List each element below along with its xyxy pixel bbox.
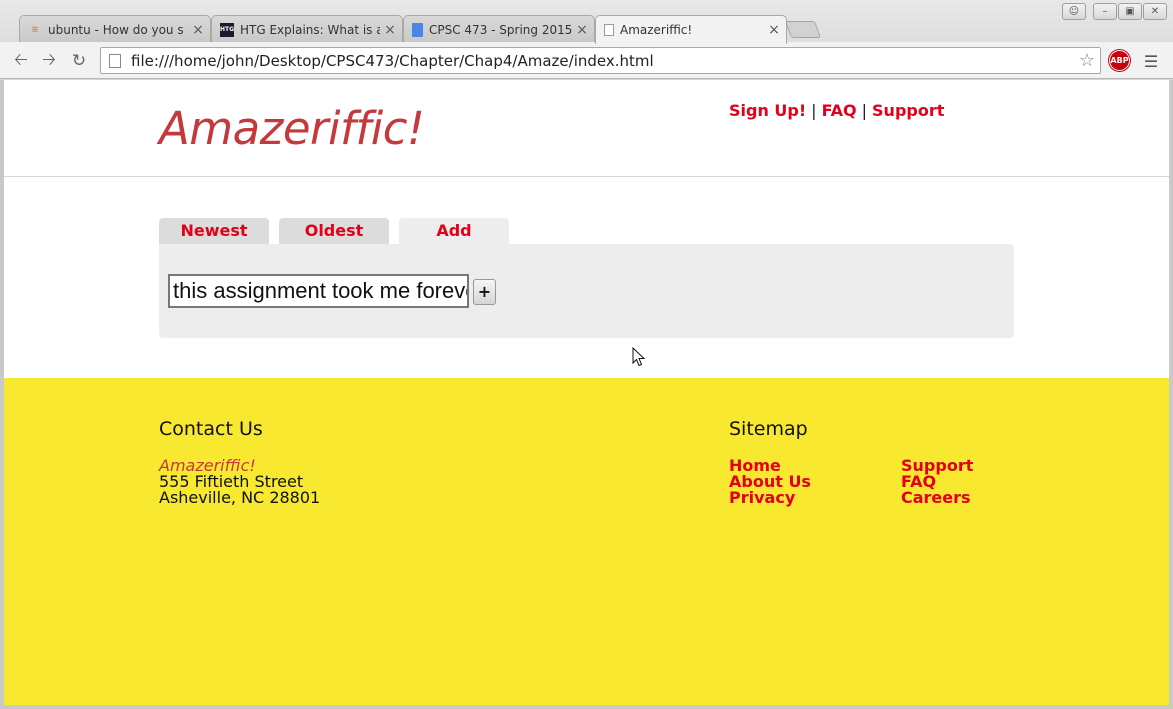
adblock-plus-icon[interactable]: ABP bbox=[1109, 50, 1130, 71]
mouse-cursor-icon bbox=[632, 347, 646, 367]
browser-tab-1[interactable]: ≋ ubuntu - How do you s × bbox=[19, 15, 211, 43]
contact-heading: Contact Us bbox=[159, 418, 263, 440]
sitemap-careers-link[interactable]: Careers bbox=[901, 488, 971, 507]
top-nav: Sign Up! | FAQ | Support bbox=[729, 101, 944, 120]
sitemap-column-2: Support FAQ Careers bbox=[901, 458, 973, 506]
browser-tab-3[interactable]: CPSC 473 - Spring 2015 × bbox=[403, 15, 595, 43]
browser-tab-title: HTG Explains: What is a bbox=[240, 22, 380, 37]
hamburger-menu-icon[interactable]: ☰ bbox=[1141, 51, 1161, 71]
nav-signup-link[interactable]: Sign Up! bbox=[729, 101, 806, 120]
contact-address: Amazeriffic! 555 Fiftieth Street Ashevil… bbox=[159, 458, 320, 506]
site-logo: Amazeriffic! bbox=[159, 102, 425, 155]
browser-tab-2[interactable]: HTG HTG Explains: What is a × bbox=[211, 15, 403, 43]
minimize-button[interactable]: – bbox=[1093, 3, 1117, 20]
todo-input[interactable]: this assignment took me forever bbox=[168, 274, 469, 308]
close-window-button[interactable]: ✕ bbox=[1143, 3, 1167, 20]
browser-tab-title: CPSC 473 - Spring 2015 bbox=[429, 22, 572, 37]
close-tab-icon[interactable]: × bbox=[384, 22, 396, 38]
page-icon bbox=[604, 24, 614, 36]
sitemap-heading: Sitemap bbox=[729, 418, 808, 440]
reload-icon[interactable]: ↻ bbox=[68, 50, 90, 72]
browser-toolbar: 🡠 🡢 ↻ file:///home/john/Desktop/CPSC473/… bbox=[0, 42, 1173, 79]
htg-icon: HTG bbox=[220, 22, 234, 37]
new-tab-button[interactable] bbox=[784, 21, 822, 38]
browser-chrome: ≋ ubuntu - How do you s × HTG HTG Explai… bbox=[0, 0, 1173, 80]
google-docs-icon bbox=[412, 22, 423, 37]
close-tab-icon[interactable]: × bbox=[192, 22, 204, 38]
site-header: Amazeriffic! Sign Up! | FAQ | Support bbox=[4, 80, 1169, 177]
page-icon bbox=[109, 53, 121, 68]
user-profile-icon[interactable]: ☺ bbox=[1062, 3, 1086, 20]
nav-separator: | bbox=[811, 101, 817, 120]
tab-newest[interactable]: Newest bbox=[159, 218, 269, 244]
browser-tab-title: Amazeriffic! bbox=[620, 23, 693, 37]
tab-add[interactable]: Add bbox=[399, 218, 509, 244]
add-todo-button[interactable]: + bbox=[473, 279, 496, 305]
sitemap-column-1: Home About Us Privacy bbox=[729, 458, 811, 506]
forward-icon[interactable]: 🡢 bbox=[38, 50, 60, 72]
tab-strip: ≋ ubuntu - How do you s × HTG HTG Explai… bbox=[0, 0, 1173, 44]
tab-content-panel: this assignment took me forever + bbox=[159, 244, 1014, 338]
contact-city: Asheville, NC 28801 bbox=[159, 488, 321, 507]
close-tab-icon[interactable]: × bbox=[576, 22, 588, 38]
maximize-button[interactable]: ▣ bbox=[1118, 3, 1142, 20]
address-bar[interactable]: file:///home/john/Desktop/CPSC473/Chapte… bbox=[100, 47, 1101, 74]
back-icon[interactable]: 🡠 bbox=[10, 50, 32, 72]
bookmark-star-icon[interactable]: ☆ bbox=[1074, 50, 1100, 71]
stackexchange-icon: ≋ bbox=[31, 24, 39, 35]
url-text[interactable]: file:///home/john/Desktop/CPSC473/Chapte… bbox=[131, 52, 1074, 70]
nav-support-link[interactable]: Support bbox=[872, 101, 944, 120]
browser-tab-title: ubuntu - How do you s bbox=[48, 22, 184, 37]
browser-tab-4[interactable]: Amazeriffic! × bbox=[595, 15, 787, 44]
close-tab-icon[interactable]: × bbox=[768, 22, 780, 38]
nav-separator: | bbox=[861, 101, 868, 120]
sitemap-privacy-link[interactable]: Privacy bbox=[729, 488, 795, 507]
site-footer: Contact Us Amazeriffic! 555 Fiftieth Str… bbox=[4, 378, 1169, 705]
tab-oldest[interactable]: Oldest bbox=[279, 218, 389, 244]
nav-faq-link[interactable]: FAQ bbox=[822, 101, 857, 120]
page-viewport: Amazeriffic! Sign Up! | FAQ | Support Newest… bbox=[4, 80, 1169, 705]
